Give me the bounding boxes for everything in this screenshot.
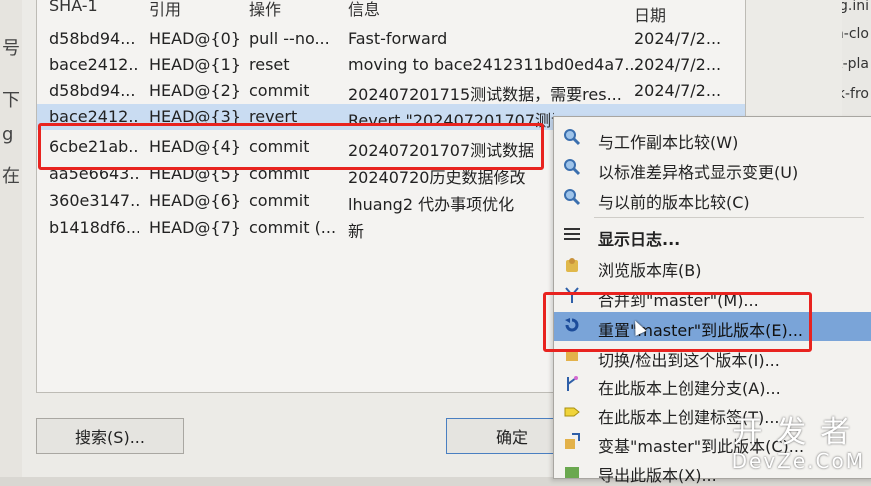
cell-message: 新 [348,222,365,241]
cell-ref: HEAD@{0} [149,29,241,48]
column-header-action[interactable]: 操作 [249,0,281,20]
annotation-box-menu [543,292,812,352]
magnifier-icon [562,158,582,178]
menu-separator [594,217,864,218]
cell-action: reset [249,55,290,74]
menu-item-label: 浏览版本库(B) [598,261,702,280]
cell-sha: d58bd94... [49,29,136,48]
column-header-sha[interactable]: SHA-1 [49,0,98,15]
bg-text: 在 [2,166,20,187]
cell-sha: d58bd94... [49,81,136,100]
menu-item-label: 显示日志... [598,230,681,249]
menu-item-label: 与以前的版本比较(C) [598,193,750,212]
cell-message: Fast-forward [348,29,448,48]
watermark-line2: DevZe.CoM [731,449,865,473]
menu-item-label: 导出此版本(X)... [598,466,717,485]
bg-text: 下 [2,90,20,111]
column-header-message[interactable]: 信息 [348,0,380,20]
cell-action: pull --no... [249,29,330,48]
cell-action: commit [249,191,310,210]
export-icon [562,461,582,481]
repo-browser-icon [562,256,582,276]
table-header: SHA-1 引用 操作 信息 日期 [37,0,745,25]
cell-date: 2024/7/2... [634,29,722,48]
table-row[interactable]: d58bd94... HEAD@{0} pull --no... Fast-fo… [37,26,745,52]
cell-date: 2024/7/2... [634,55,722,74]
bg-text: 号 [2,38,20,59]
annotation-box-row [38,123,544,170]
cell-ref: HEAD@{6} [149,191,241,210]
cell-date: 2024/7/2... [634,81,722,100]
menu-item-label: 与工作副本比较(W) [598,133,739,152]
bg-text: g [2,124,14,145]
rebase-icon [562,432,582,452]
table-row[interactable]: d58bd94... HEAD@{2} commit 202407201715测… [37,78,745,104]
cell-sha: 360e3147... [49,191,139,210]
cell-ref: HEAD@{2} [149,81,241,100]
column-header-ref[interactable]: 引用 [149,0,181,20]
menu-item-create-branch[interactable]: 在此版本上创建分支(A)... [554,370,871,399]
menu-item-label: 以标准差异格式显示变更(U) [598,163,799,182]
magnifier-icon [562,188,582,208]
menu-item-show-unified-diff[interactable]: 以标准差异格式显示变更(U) [554,154,871,183]
menu-item-show-log[interactable]: 显示日志... [554,221,871,250]
cell-ref: HEAD@{1} [149,55,241,74]
bg-text: g.ini [839,0,869,14]
cell-action: commit (... [249,218,337,237]
cell-message: lhuang2 代办事项优化 [348,195,515,214]
log-icon [562,225,582,245]
cell-sha: bace2412... [49,55,139,74]
menu-item-label: 在此版本上创建分支(A)... [598,379,781,398]
table-row[interactable]: bace2412... HEAD@{1} reset moving to bac… [37,52,745,78]
cell-action: commit [249,81,310,100]
branch-icon [562,374,582,394]
cell-ref: HEAD@{7} [149,218,241,237]
watermark-line1: 开发者 [732,415,865,450]
watermark: 开发者 DevZe.CoM [731,415,865,474]
menu-item-compare-previous[interactable]: 与以前的版本比较(C) [554,184,871,213]
cell-message: moving to bace2412311bd0ed4a7... [348,55,640,74]
column-header-date[interactable]: 日期 [634,2,666,26]
menu-item-compare-working-copy[interactable]: 与工作副本比较(W) [554,124,871,153]
magnifier-icon [562,128,582,148]
cell-message: 202407201715测试数据，需要res... [348,85,622,104]
tag-icon [562,403,582,423]
search-button[interactable]: 搜索(S)... [36,418,184,454]
cell-sha: b1418df6... [49,218,139,237]
menu-item-repo-browser[interactable]: 浏览版本库(B) [554,252,871,281]
